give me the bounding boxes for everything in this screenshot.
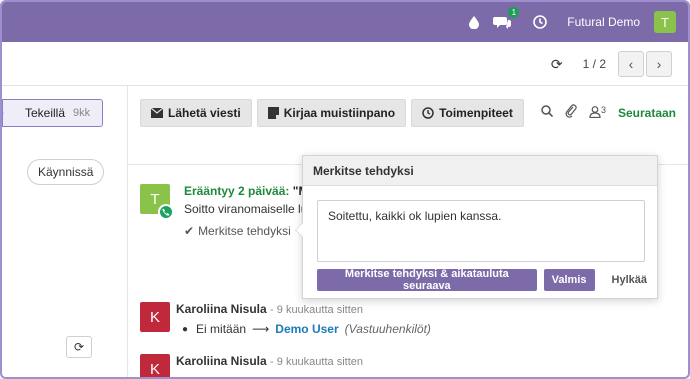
stage-statusbar: Tekeillä 9kk [2,98,104,128]
log-note-label: Kirjaa muistiinpano [283,106,396,120]
user-icon [589,105,601,118]
pager-value[interactable]: 1 / 2 [583,57,606,71]
mark-done-label: Merkitse tehdyksi [198,224,291,238]
tracking-change: ● Ei mitään ⟶ Demo User (Vastuuhenkilöt) [176,322,431,336]
clock-activity-icon[interactable] [531,13,549,31]
popover-buttons: Merkitse tehdyksi & aikatauluta seuraava… [317,268,657,292]
log-note-button[interactable]: Kirjaa muistiinpano [256,99,407,127]
message-avatar: K [140,354,170,377]
message-date: - 9 kuukautta sitten [270,356,363,368]
activity-due: Erääntyy 2 päivää: [184,184,290,198]
stage-label: Tekeillä [25,106,66,120]
form-sheet [2,86,128,377]
done-button[interactable]: Valmis [543,269,595,291]
pager-previous-button[interactable]: ‹ [618,51,644,77]
chatter-topbar-right: 3 Seurataan [541,104,676,121]
stage-duration: 9kk [73,107,91,119]
navbar-systray: 1 Futural Demo T [465,2,676,42]
followers-count: 3 [600,104,606,115]
message-body: Karoliina Nisula - 9 kuukautta sitten [176,354,363,368]
phone-icon [158,204,174,220]
control-panel: ⟳ 1 / 2 ‹ › [2,42,688,86]
chat-badge: 1 [508,7,520,18]
feedback-textarea[interactable]: Soitettu, kaikki ok lupien kanssa. [317,200,645,262]
chatter-toolbar: Lähetä viesti Kirjaa muistiinpano Toimen… [140,99,524,127]
refresh-button[interactable]: ⟳ [66,336,92,358]
check-icon: ✔ [184,224,195,238]
follow-button[interactable]: Seurataan [618,106,676,120]
schedule-activity-label: Toimenpiteet [439,106,513,120]
discard-button[interactable]: Hylkää [602,274,657,286]
pager-next-button[interactable]: › [646,51,672,77]
app-window: 1 Futural Demo T ⟳ 1 / 2 ‹ › Tekeillä 9k… [0,0,690,379]
user-avatar[interactable]: T [654,11,676,33]
popover-title: Merkitse tehdyksi [303,156,657,186]
state-chip[interactable]: Käynnissä [27,159,105,185]
chevron-right-icon: › [656,56,662,72]
water-drop-icon[interactable] [465,13,483,31]
reload-icon[interactable]: ⟳ [551,56,563,73]
tracking-field: (Vastuuhenkilöt) [344,322,431,336]
mark-done-popover: Merkitse tehdyksi Soitettu, kaikki ok lu… [295,155,658,299]
followers-button[interactable]: 3 [589,105,606,121]
envelope-icon [151,108,163,118]
arrow-right-icon: ⟶ [252,322,270,336]
company-name[interactable]: Futural Demo [567,15,640,29]
stage-current[interactable]: Tekeillä 9kk [2,99,104,127]
message-author[interactable]: Karoliina Nisula [176,354,267,368]
message-date: - 9 kuukautta sitten [270,304,363,316]
stage-arrow-icon [2,110,4,116]
search-icon[interactable] [541,105,554,120]
top-navbar: 1 Futural Demo T [2,2,688,42]
tracking-old-value: Ei mitään [196,322,247,336]
message-body: Karoliina Nisula - 9 kuukautta sitten ● … [176,302,431,336]
send-message-button[interactable]: Lähetä viesti [140,99,252,127]
chevron-left-icon: ‹ [628,56,634,72]
clock-icon [422,107,434,119]
note-icon [267,107,279,119]
message-avatar: K [140,302,170,332]
chat-messages-icon[interactable]: 1 [493,7,520,31]
tracking-new-value[interactable]: Demo User [275,322,338,336]
bullet-icon: ● [182,323,189,335]
paperclip-icon[interactable] [565,104,577,121]
record-pager: ⟳ 1 / 2 ‹ › [551,51,672,77]
schedule-activity-button[interactable]: Toimenpiteet [411,99,524,127]
done-schedule-next-button[interactable]: Merkitse tehdyksi & aikatauluta seuraava [317,268,537,292]
message-author[interactable]: Karoliina Nisula [176,302,267,316]
send-message-label: Lähetä viesti [168,106,241,120]
refresh-icon: ⟳ [73,340,85,354]
popover-arrow [295,222,303,238]
